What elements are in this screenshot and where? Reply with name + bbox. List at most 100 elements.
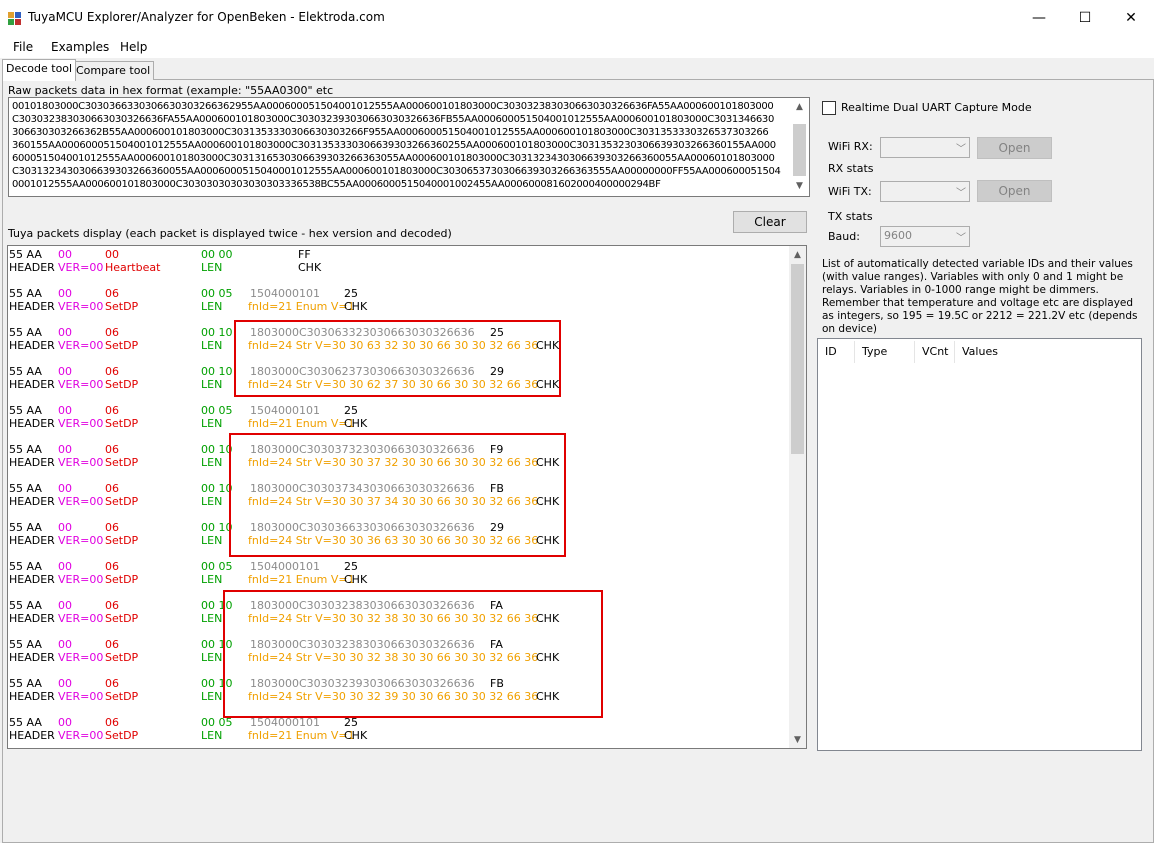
- packet-header-label: HEADER: [9, 534, 55, 547]
- tab-compare-tool[interactable]: Compare tool: [72, 61, 155, 80]
- packet-data-hex: 1504000101: [250, 404, 320, 417]
- packet-header-label: HEADER: [9, 339, 55, 352]
- raw-scrollbar[interactable]: ▲ ▼: [791, 98, 808, 194]
- packet-length-hex: 00 10: [201, 365, 233, 378]
- packet-checksum-label: CHK: [298, 261, 322, 274]
- scroll-down-icon[interactable]: ▼: [789, 731, 806, 748]
- column-separator: [914, 341, 915, 363]
- packet-command-hex: 06: [105, 326, 119, 339]
- packet-version-decoded: VER=00: [58, 534, 104, 547]
- column-values[interactable]: Values: [962, 345, 998, 358]
- variables-info: List of automatically detected variable …: [822, 258, 1137, 336]
- packet-header-hex: 55 AA: [9, 560, 42, 573]
- packet-header-hex: 55 AA: [9, 404, 42, 417]
- packet-command-decoded: SetDP: [105, 456, 139, 469]
- packet-version-decoded: VER=00: [58, 417, 104, 430]
- packet-command-decoded: SetDP: [105, 612, 139, 625]
- packet-length-hex: 00 10: [201, 482, 233, 495]
- realtime-checkbox[interactable]: [822, 101, 836, 115]
- packet-header-label: HEADER: [9, 261, 55, 274]
- packet-data-hex: 1504000101: [250, 560, 320, 573]
- wifi-rx-label: WiFi RX:: [828, 140, 873, 153]
- tab-decode-tool[interactable]: Decode tool: [2, 59, 77, 81]
- baud-select[interactable]: 9600 ﹀: [880, 226, 970, 247]
- menu-examples[interactable]: Examples: [51, 40, 109, 54]
- variables-list[interactable]: ID Type VCnt Values: [817, 338, 1142, 751]
- packet-version-decoded: VER=00: [58, 651, 104, 664]
- packet-header-label: HEADER: [9, 456, 55, 469]
- baud-label: Baud:: [828, 230, 860, 243]
- open-tx-button[interactable]: Open: [977, 180, 1052, 202]
- packet-command-hex: 06: [105, 443, 119, 456]
- menu-file[interactable]: File: [13, 40, 33, 54]
- scroll-up-icon[interactable]: ▲: [791, 98, 808, 115]
- packet-header-hex: 55 AA: [9, 365, 42, 378]
- packet-header-label: HEADER: [9, 729, 55, 742]
- packet-version-decoded: VER=00: [58, 456, 104, 469]
- packet-command-hex: 06: [105, 287, 119, 300]
- maximize-button[interactable]: ☐: [1062, 0, 1108, 36]
- minimize-button[interactable]: —: [1016, 0, 1062, 36]
- menu-help[interactable]: Help: [120, 40, 147, 54]
- packet-version-decoded: VER=00: [58, 495, 104, 508]
- packet-command-hex: 06: [105, 521, 119, 534]
- packet-command-hex: 06: [105, 638, 119, 651]
- packets-display[interactable]: 55 AA 00 00 00 00 FF HEADER VER=00 Heartbeat LEN…: [7, 245, 807, 749]
- scroll-down-icon[interactable]: ▼: [791, 177, 808, 194]
- packet-command-decoded: SetDP: [105, 534, 139, 547]
- baud-value: 9600: [884, 229, 912, 242]
- column-type[interactable]: Type: [862, 345, 887, 358]
- packet-command-decoded: SetDP: [105, 690, 139, 703]
- packet-length-hex: 00 05: [201, 287, 233, 300]
- raw-line: 00101803000C303036633030663030326636​295…: [12, 101, 774, 112]
- packet-version-hex: 00: [58, 560, 72, 573]
- packet-version-decoded: VER=00: [58, 729, 104, 742]
- packet-checksum-hex: 25: [344, 560, 358, 573]
- packets-label: Tuya packets display (each packet is dis…: [8, 227, 452, 240]
- wifi-rx-select[interactable]: ﹀: [880, 137, 970, 158]
- packet-length-hex: 00 00: [201, 248, 233, 261]
- packet-command-hex: 06: [105, 560, 119, 573]
- packet-command-decoded: SetDP: [105, 378, 139, 391]
- open-rx-button[interactable]: Open: [977, 137, 1052, 159]
- packet-version-hex: 00: [58, 404, 72, 417]
- app-icon: [8, 12, 21, 25]
- packet-version-hex: 00: [58, 521, 72, 534]
- wifi-tx-select[interactable]: ﹀: [880, 181, 970, 202]
- clear-button[interactable]: Clear: [733, 211, 807, 233]
- scroll-up-icon[interactable]: ▲: [789, 246, 806, 263]
- packet-checksum-label: CHK: [344, 300, 368, 313]
- packet-version-hex: 00: [58, 482, 72, 495]
- packet-length-label: LEN: [201, 534, 223, 547]
- scroll-thumb[interactable]: [793, 124, 806, 176]
- raw-packets-input[interactable]: 00101803000C303036633030663030326636​295…: [8, 97, 810, 197]
- packet-command-hex: 06: [105, 716, 119, 729]
- packet-command-decoded: SetDP: [105, 417, 139, 430]
- packet-command-hex: 06: [105, 365, 119, 378]
- packet-length-label: LEN: [201, 729, 223, 742]
- title-bar: TuyaMCU Explorer/Analyzer for OpenBeken …: [0, 0, 1154, 36]
- packet-length-hex: 00 05: [201, 560, 233, 573]
- packets-scrollbar[interactable]: ▲ ▼: [789, 246, 806, 748]
- packet-data-decoded: fnId=21 Enum V=1: [248, 300, 355, 313]
- info-line: relays. Variables in 0-1000 range might …: [822, 284, 1099, 296]
- packet-command-decoded: SetDP: [105, 495, 139, 508]
- raw-line: C30303238303066303032663​6FA55AA00060010…: [12, 114, 774, 125]
- column-id[interactable]: ID: [825, 345, 837, 358]
- close-button[interactable]: ✕: [1108, 0, 1154, 36]
- packet-version-hex: 00: [58, 638, 72, 651]
- packet-header-label: HEADER: [9, 300, 55, 313]
- packet-version-decoded: VER=00: [58, 378, 104, 391]
- tx-stats-label: TX stats: [828, 210, 873, 223]
- column-vcnt[interactable]: VCnt: [922, 345, 949, 358]
- packet-version-hex: 00: [58, 599, 72, 612]
- scroll-thumb[interactable]: [791, 264, 804, 454]
- raw-line: C303132343030663930326​6360055AA00060005…: [12, 166, 781, 177]
- packet-command-decoded: SetDP: [105, 573, 139, 586]
- packet-command-decoded: SetDP: [105, 729, 139, 742]
- window-title: TuyaMCU Explorer/Analyzer for OpenBeken …: [28, 10, 385, 24]
- packet-version-decoded: VER=00: [58, 300, 104, 313]
- packet-header-hex: 55 AA: [9, 287, 42, 300]
- realtime-label: Realtime Dual UART Capture Mode: [841, 101, 1032, 114]
- packet-checksum-label: CHK: [344, 729, 368, 742]
